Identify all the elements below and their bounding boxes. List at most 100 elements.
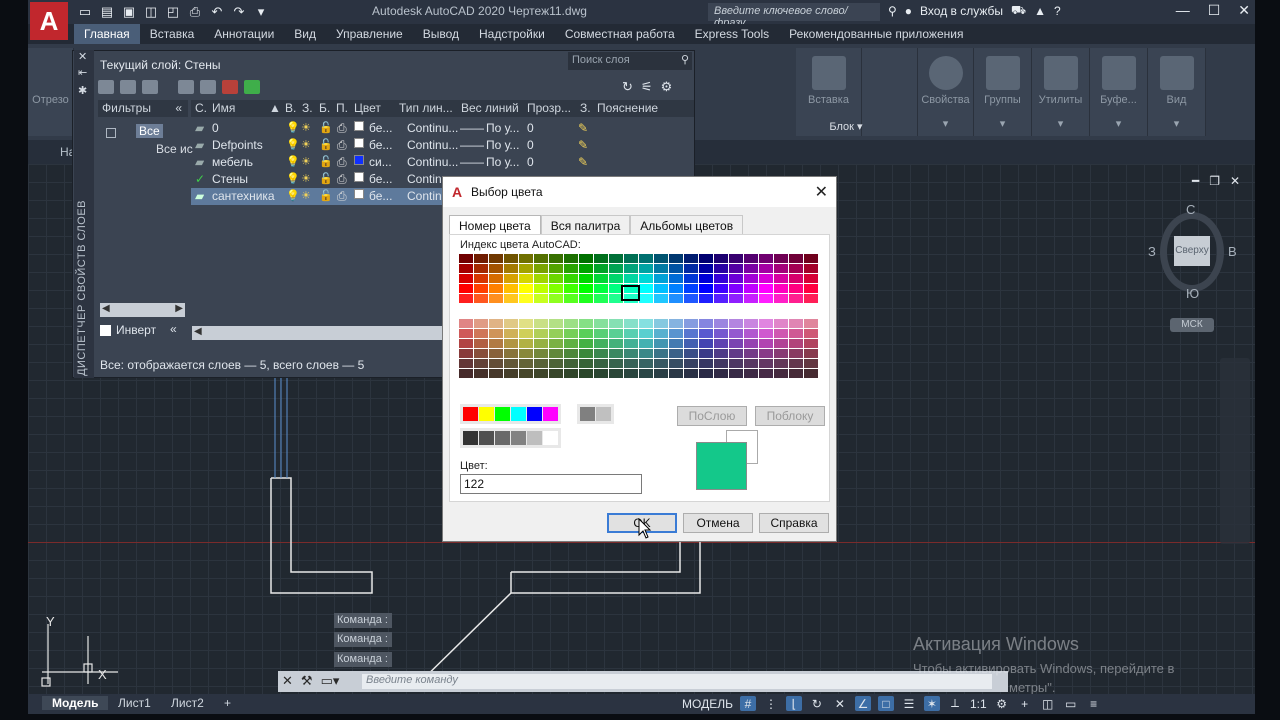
palette-swatch[interactable]	[504, 359, 518, 368]
palette-swatch[interactable]	[804, 254, 818, 263]
bulb-icon[interactable]: 💡	[286, 121, 300, 134]
palette-swatch[interactable]	[519, 349, 533, 358]
palette-swatch[interactable]	[729, 329, 743, 338]
palette-swatch[interactable]	[774, 264, 788, 273]
compass-east[interactable]: В	[1228, 244, 1237, 259]
palette-swatch[interactable]	[549, 264, 563, 273]
palette-swatch[interactable]	[699, 349, 713, 358]
cancel-button[interactable]: Отмена	[683, 513, 753, 533]
palette-swatch[interactable]	[609, 349, 623, 358]
palette-swatch[interactable]	[624, 319, 638, 328]
palette-swatch[interactable]	[534, 369, 548, 378]
palette-swatch[interactable]	[744, 359, 758, 368]
palette-swatch[interactable]	[714, 254, 728, 263]
palette-swatch[interactable]	[579, 284, 593, 293]
vp-restore-icon[interactable]: ❐	[1209, 174, 1220, 188]
palette-swatch[interactable]	[804, 349, 818, 358]
palette-swatch[interactable]	[789, 264, 803, 273]
palette-swatch[interactable]	[684, 339, 698, 348]
palette-swatch[interactable]	[729, 369, 743, 378]
palette-swatch[interactable]	[534, 339, 548, 348]
palette-swatch[interactable]	[744, 254, 758, 263]
palette-swatch[interactable]	[654, 349, 668, 358]
palette-swatch[interactable]	[489, 319, 503, 328]
palette-swatch[interactable]	[474, 284, 488, 293]
palette-swatch[interactable]	[714, 349, 728, 358]
palette-swatch[interactable]	[594, 369, 608, 378]
palette-swatch[interactable]	[684, 264, 698, 273]
palette-swatch[interactable]	[504, 339, 518, 348]
lock-icon[interactable]: 🔓	[319, 189, 333, 202]
vp-freeze-icon[interactable]: ✎	[578, 155, 588, 169]
vp-minimize-icon[interactable]: ━	[1192, 174, 1199, 188]
palette-swatch[interactable]	[594, 294, 608, 303]
command-input[interactable]: Введите команду	[362, 674, 992, 689]
palette-swatch[interactable]	[639, 369, 653, 378]
palette-swatch[interactable]	[744, 284, 758, 293]
palette-swatch[interactable]	[564, 264, 578, 273]
palette-swatch[interactable]	[684, 284, 698, 293]
lock-icon[interactable]: 🔓	[319, 138, 333, 151]
palette-swatch[interactable]	[459, 369, 473, 378]
palette-swatch[interactable]	[774, 369, 788, 378]
isolate-icon[interactable]: ◫	[1040, 696, 1056, 711]
palette-swatch[interactable]	[654, 264, 668, 273]
palette-swatch[interactable]	[759, 339, 773, 348]
palette-settings-icon[interactable]: ✱	[78, 84, 87, 97]
palette-swatch[interactable]	[579, 349, 593, 358]
palette-swatch[interactable]	[774, 349, 788, 358]
col-linetype[interactable]: Тип лин...	[399, 101, 453, 115]
palette-swatch[interactable]	[609, 274, 623, 283]
palette-swatch[interactable]	[474, 339, 488, 348]
palette-swatch[interactable]	[504, 369, 518, 378]
palette-swatch[interactable]	[699, 284, 713, 293]
palette-swatch[interactable]	[684, 329, 698, 338]
palette-swatch[interactable]	[489, 369, 503, 378]
add-layout-button[interactable]: +	[214, 696, 241, 710]
palette-swatch[interactable]	[669, 264, 683, 273]
palette-swatch[interactable]	[774, 339, 788, 348]
otrack-icon[interactable]: □	[877, 696, 894, 711]
palette-swatch[interactable]	[609, 339, 623, 348]
bulb-icon[interactable]: 💡	[286, 138, 300, 151]
palette-swatch[interactable]	[774, 319, 788, 328]
palette-swatch[interactable]	[729, 359, 743, 368]
palette-swatch[interactable]	[669, 284, 683, 293]
layers-scrollbar[interactable]: ◀	[192, 326, 442, 340]
palette-swatch[interactable]	[564, 329, 578, 338]
color-swatch[interactable]	[354, 155, 364, 165]
palette-swatch[interactable]	[639, 274, 653, 283]
palette-swatch[interactable]	[639, 339, 653, 348]
palette-swatch[interactable]	[729, 319, 743, 328]
layer-row-ext[interactable]: Continu... —— По у... 0 ✎	[407, 154, 694, 171]
app-menu-button[interactable]: A	[30, 2, 68, 40]
color-swatch[interactable]	[354, 121, 364, 131]
palette-swatch[interactable]	[789, 349, 803, 358]
lock-icon[interactable]: 🔓	[319, 121, 333, 134]
new-filter-icon[interactable]	[98, 80, 114, 94]
layer-row-selected[interactable]: ▰ сантехника 💡 ☀ 🔓 ⎙ бе...	[191, 188, 442, 205]
palette-swatch[interactable]	[714, 359, 728, 368]
tab-true-color[interactable]: Вся палитра	[540, 215, 631, 235]
palette-swatch[interactable]	[609, 319, 623, 328]
printer-icon[interactable]: ⎙	[337, 138, 347, 153]
palette-swatch[interactable]	[549, 359, 563, 368]
palette-close-icon[interactable]: ✕	[78, 50, 87, 63]
palette-swatch[interactable]	[774, 359, 788, 368]
palette-swatch[interactable]	[654, 339, 668, 348]
palette-swatch[interactable]	[489, 264, 503, 273]
palette-swatch[interactable]	[534, 349, 548, 358]
palette-swatch[interactable]	[804, 284, 818, 293]
palette-swatch[interactable]	[534, 264, 548, 273]
palette-swatch[interactable]	[639, 349, 653, 358]
palette-swatch[interactable]	[459, 359, 473, 368]
palette-swatch[interactable]	[774, 294, 788, 303]
palette-swatch[interactable]	[729, 284, 743, 293]
palette-swatch[interactable]	[804, 329, 818, 338]
lock-icon[interactable]: 🔓	[319, 172, 333, 185]
bulb-icon[interactable]: 💡	[286, 155, 300, 168]
palette-swatch[interactable]	[594, 264, 608, 273]
col-name[interactable]: Имя	[212, 101, 235, 115]
palette-swatch[interactable]	[699, 254, 713, 263]
isodraft-icon[interactable]: ✕	[832, 696, 848, 711]
